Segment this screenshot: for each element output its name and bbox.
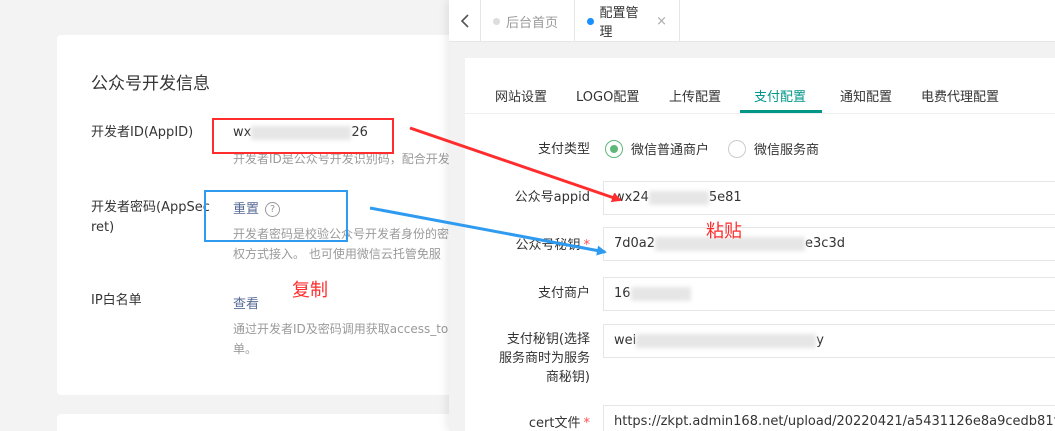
input-text: wx24 — [614, 190, 649, 205]
input-text: e3c3d — [805, 236, 845, 251]
tab-config[interactable]: 配置管理 × — [575, 0, 680, 42]
tab-dot — [493, 17, 500, 25]
next-card — [57, 414, 457, 431]
secret-label-line2: ret) — [91, 220, 115, 235]
appid-input[interactable]: wx24 5e81 — [603, 181, 1055, 215]
paste-annotation: 粘贴 — [706, 221, 742, 242]
chevron-left-icon — [460, 14, 469, 28]
subtab-payment[interactable]: 支付配置 — [754, 86, 806, 105]
dev-info-title: 公众号开发信息 — [91, 74, 210, 94]
blurred-text — [636, 333, 817, 348]
secret-desc-line2: 权方式接入。 也可使用微信云托管免服 — [233, 247, 441, 261]
pay-secret-label-line1: 支付秘钥(选择 — [506, 332, 590, 347]
secret-action: 重置? — [233, 198, 281, 217]
secret-label-line1: 开发者密码(AppSec — [91, 200, 210, 215]
input-text: 5e81 — [708, 190, 742, 205]
ip-desc-line1: 通过开发者ID及密码调用获取access_to — [233, 322, 449, 336]
ip-desc-line2: 单。 — [233, 342, 258, 356]
appid-value-suffix: 26 — [351, 125, 368, 140]
ip-whitelist-view: 查看 — [233, 293, 259, 312]
pay-secret-input[interactable]: wei y — [603, 324, 1055, 358]
subtab-site[interactable]: 网站设置 — [495, 86, 547, 105]
back-button[interactable] — [449, 0, 481, 42]
tab-bar: 后台首页 配置管理 × — [449, 0, 1055, 42]
blurred-text — [630, 286, 691, 301]
config-content: 网站设置 LOGO配置 上传配置 支付配置 通知配置 电费代理配置 支付类型 微… — [465, 58, 1055, 431]
secret-input[interactable]: 7d0a2 e3c3d — [603, 227, 1055, 261]
admin-config-panel: 后台首页 配置管理 × 网站设置 LOGO配置 上传配置 支付配置 通知配置 电… — [449, 0, 1055, 431]
blurred-text — [648, 190, 709, 205]
pay-secret-label-line2: 服务商时为服务 — [498, 351, 590, 366]
appid-value-prefix: wx — [233, 125, 252, 140]
secret-field-label: 公众号秘钥 * — [465, 236, 590, 255]
radio-normal-merchant[interactable]: 微信普通商户 — [605, 139, 709, 158]
cert-input[interactable]: https://zkpt.admin168.net/upload/2022042… — [603, 405, 1055, 431]
close-icon[interactable]: × — [656, 14, 667, 29]
pay-secret-label-line3: 商秘钥) — [545, 370, 590, 385]
merchant-input[interactable]: 16 — [603, 277, 1055, 311]
required-mark: * — [583, 416, 591, 431]
cert-label: cert文件 * — [465, 414, 590, 431]
appid-value[interactable]: wx 26 — [233, 125, 368, 140]
merchant-label: 支付商户 — [537, 286, 590, 301]
tab-dot-active — [587, 17, 594, 25]
reset-link[interactable]: 重置 — [233, 202, 259, 217]
required-mark: * — [583, 238, 591, 253]
appid-label: 开发者ID(AppID) — [91, 125, 194, 140]
tab-label: 配置管理 — [599, 6, 639, 40]
subtab-upload[interactable]: 上传配置 — [669, 86, 721, 105]
radio-circle — [728, 139, 746, 158]
subtab-notify[interactable]: 通知配置 — [840, 86, 892, 105]
input-text: 16 — [614, 286, 631, 301]
input-text: https://zkpt.admin168.net/upload/2022042… — [614, 414, 1055, 429]
radio-circle — [605, 139, 623, 158]
secret-desc-line1: 开发者密码是校验公众号开发者身份的密 — [233, 227, 450, 241]
subtab-logo[interactable]: LOGO配置 — [576, 86, 639, 105]
tab-label: 后台首页 — [506, 15, 559, 31]
appid-field-label: 公众号appid — [514, 190, 590, 205]
dev-info-card: 公众号开发信息 开发者ID(AppID) wx 26 开发者ID是公众号开发识别码… — [57, 35, 457, 395]
pay-type-label: 支付类型 — [537, 142, 590, 157]
subtab-electric[interactable]: 电费代理配置 — [921, 86, 999, 105]
radio-label: 微信服务商 — [754, 143, 820, 158]
input-text: y — [816, 333, 824, 348]
input-text: 7d0a2 — [614, 236, 656, 251]
label-text: 公众号秘钥 — [515, 238, 581, 253]
config-subtabs: 网站设置 LOGO配置 上传配置 支付配置 通知配置 电费代理配置 — [465, 80, 1055, 114]
tab-home[interactable]: 后台首页 — [481, 0, 575, 42]
radio-label: 微信普通商户 — [631, 143, 710, 158]
view-link[interactable]: 查看 — [233, 297, 259, 312]
question-circle-icon[interactable]: ? — [265, 202, 281, 217]
ip-whitelist-label: IP白名单 — [91, 293, 142, 308]
input-text: wei — [614, 333, 637, 348]
copy-annotation: 复制 — [292, 280, 328, 301]
appid-desc: 开发者ID是公众号开发识别码，配合开发 — [233, 152, 450, 166]
label-text: cert文件 — [528, 416, 581, 431]
active-subtab-indicator — [740, 110, 822, 113]
radio-service-provider[interactable]: 微信服务商 — [728, 139, 819, 158]
blurred-text — [251, 125, 352, 140]
